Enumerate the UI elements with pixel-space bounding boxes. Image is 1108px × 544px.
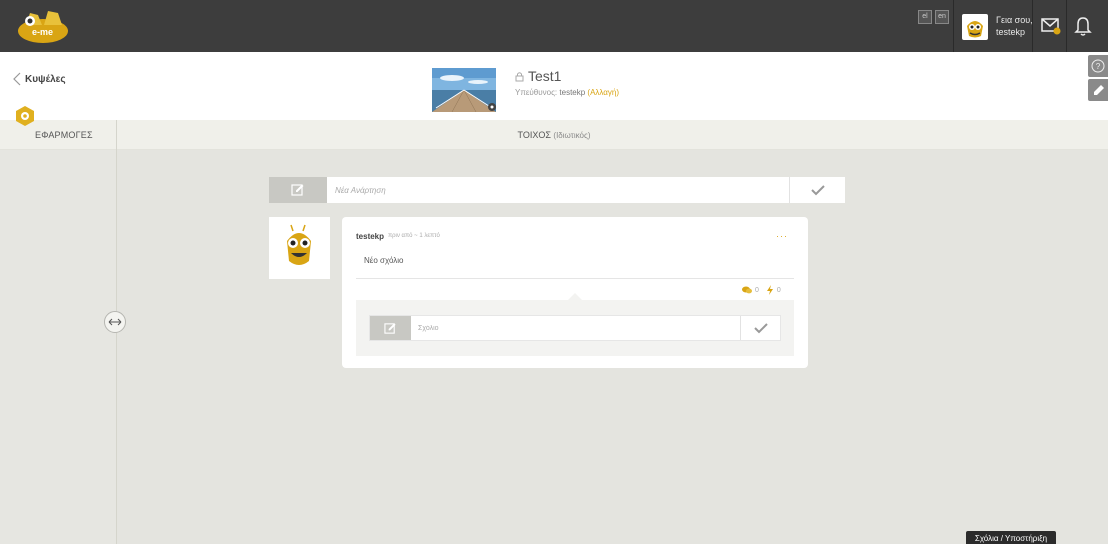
back-link-label: Κυψέλες [25,73,66,85]
post-options-button[interactable]: ··· [776,231,788,241]
owner-prefix: Υπεύθυνος: [515,88,558,97]
help-button[interactable]: ? [1088,55,1108,77]
mail-icon[interactable] [1040,16,1062,36]
post-author[interactable]: testekp [356,232,384,241]
lightning-icon[interactable] [766,285,774,295]
topbar-divider [953,0,954,52]
user-avatar[interactable] [962,14,988,40]
bell-icon[interactable] [1073,15,1093,37]
comment-panel [356,300,794,356]
pencil-icon [1094,85,1104,95]
e-me-logo[interactable]: e-me [16,7,70,45]
post-stats: 0 0 [742,285,781,295]
comment-row [369,315,781,341]
greeting-username: testekp [996,27,1026,37]
edit-button[interactable] [1088,79,1108,101]
comments-count: 0 [755,286,759,294]
svg-text:?: ? [1096,62,1101,71]
greeting-text: Γεια σου, [996,15,1033,25]
question-icon: ? [1091,59,1105,73]
post-divider [356,278,794,279]
new-post-input[interactable] [327,177,789,203]
post-author-avatar[interactable] [269,217,330,279]
top-bar: e-me el en Γεια σου, testekp [0,0,1108,52]
language-en-button[interactable]: en [935,10,949,24]
feedback-support-button[interactable]: Σχόλια / Υποστήριξη [966,531,1056,544]
horizontal-arrows-icon [108,318,122,326]
checkmark-icon [753,323,768,334]
comment-panel-notch [568,293,582,300]
post-card: testekp πριν από ~ 1 λεπτό ··· Νέο σχόλι… [342,217,808,368]
user-greeting[interactable]: Γεια σου, testekp [996,14,1033,38]
comment-input[interactable] [411,316,740,340]
comment-edit-icon [370,316,411,340]
post-text: Νέο σχόλιο [364,256,404,265]
wall-title: ΤΟΙΧΟΣ (Ιδιωτικός) [0,130,1108,140]
group-title: Test1 [515,68,561,84]
change-owner-link[interactable]: (Αλλαγή) [587,88,619,97]
topbar-divider [1066,0,1067,52]
edit-note-icon [269,177,327,203]
back-link[interactable]: Κυψέλες [12,72,66,86]
apps-gear-icon[interactable] [14,105,36,127]
chevron-left-icon [13,72,21,86]
submit-comment-button[interactable] [740,316,780,340]
lock-icon [515,71,524,81]
group-owner-line: Υπεύθυνος: testekp (Αλλαγή) [515,88,619,97]
new-post-bar [269,177,845,203]
submit-post-button[interactable] [789,177,845,203]
wall-title-text: ΤΟΙΧΟΣ [517,130,551,140]
post-time: πριν από ~ 1 λεπτό [388,233,440,239]
likes-count: 0 [776,286,781,294]
comments-icon[interactable] [742,286,752,294]
wall-subtitle: (Ιδιωτικός) [553,131,591,140]
group-cover-image[interactable] [432,68,496,112]
group-title-text: Test1 [528,68,562,84]
owner-name: testekp [559,88,586,97]
checkmark-icon [810,185,825,196]
language-el-button[interactable]: el [918,10,932,24]
apps-sidebar [0,150,116,544]
resize-handle[interactable] [104,311,126,333]
logo-text: e-me [32,27,54,37]
topbar-divider [1032,0,1033,52]
